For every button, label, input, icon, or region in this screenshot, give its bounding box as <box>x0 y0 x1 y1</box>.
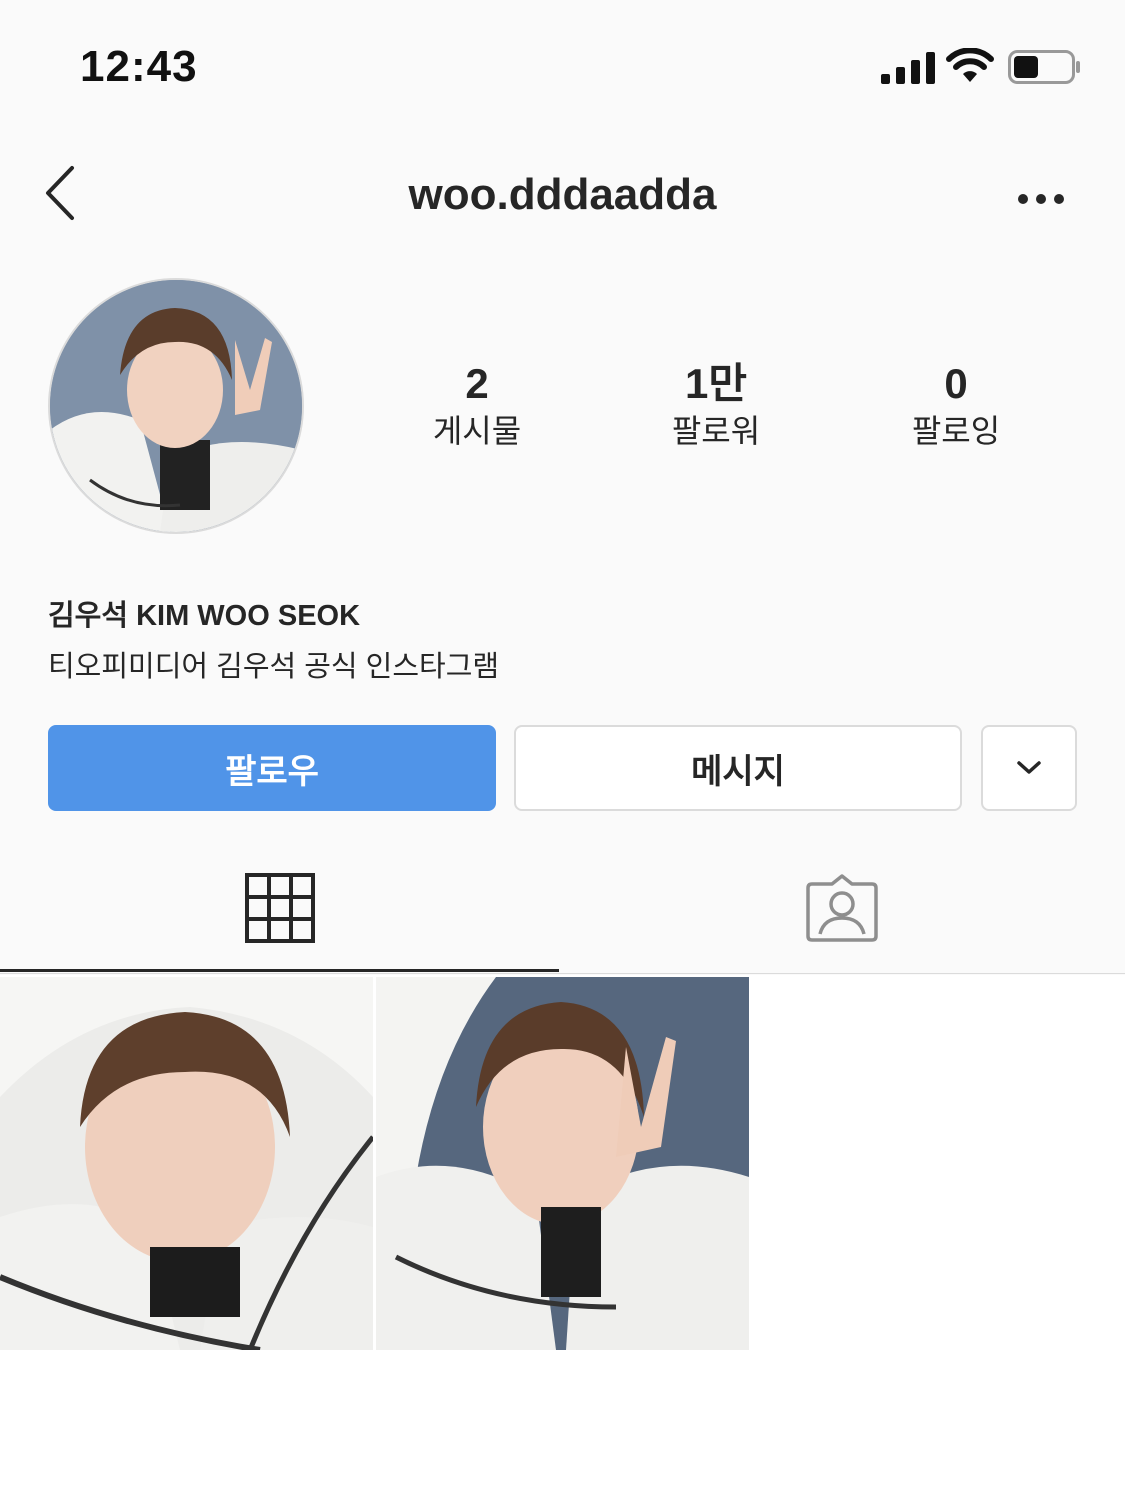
profile-bio: 티오피미디어 김우석 공식 인스타그램 <box>48 651 500 683</box>
post-photo <box>0 977 373 1350</box>
battery-icon <box>1008 50 1080 84</box>
profile-avatar[interactable] <box>48 278 304 534</box>
follow-button[interactable]: 팔로우 <box>48 725 496 811</box>
post-thumbnail[interactable] <box>376 977 749 1350</box>
stat-followers[interactable]: 1만 팔로워 <box>616 358 816 452</box>
post-photo <box>376 977 749 1350</box>
tab-posts-grid[interactable] <box>0 845 559 970</box>
followers-count: 1만 <box>685 360 747 407</box>
following-count: 0 <box>944 360 968 407</box>
stat-posts[interactable]: 2 게시물 <box>377 358 577 452</box>
suggestions-dropdown-button[interactable] <box>981 725 1077 811</box>
followers-label: 팔로워 <box>671 413 761 449</box>
profile-display-name: 김우석 KIM WOO SEOK <box>48 600 361 632</box>
post-thumbnail[interactable] <box>0 977 373 1350</box>
grid-icon <box>244 872 315 943</box>
profile-username: woo.dddaadda <box>408 170 717 219</box>
cellular-signal-icon <box>881 52 935 84</box>
tab-divider <box>0 973 1125 974</box>
stat-following[interactable]: 0 팔로잉 <box>856 358 1056 452</box>
tab-tagged[interactable] <box>559 845 1125 970</box>
chevron-down-icon <box>1017 761 1041 774</box>
posts-label: 게시물 <box>432 413 522 449</box>
more-options-icon[interactable] <box>1016 188 1066 210</box>
following-label: 팔로잉 <box>911 413 1001 449</box>
message-button[interactable]: 메시지 <box>514 725 962 811</box>
wifi-icon <box>946 48 994 82</box>
active-tab-indicator <box>0 969 559 972</box>
avatar-photo <box>50 280 302 532</box>
tagged-icon <box>806 873 878 942</box>
status-time: 12:43 <box>80 42 198 91</box>
posts-count: 2 <box>465 360 489 407</box>
